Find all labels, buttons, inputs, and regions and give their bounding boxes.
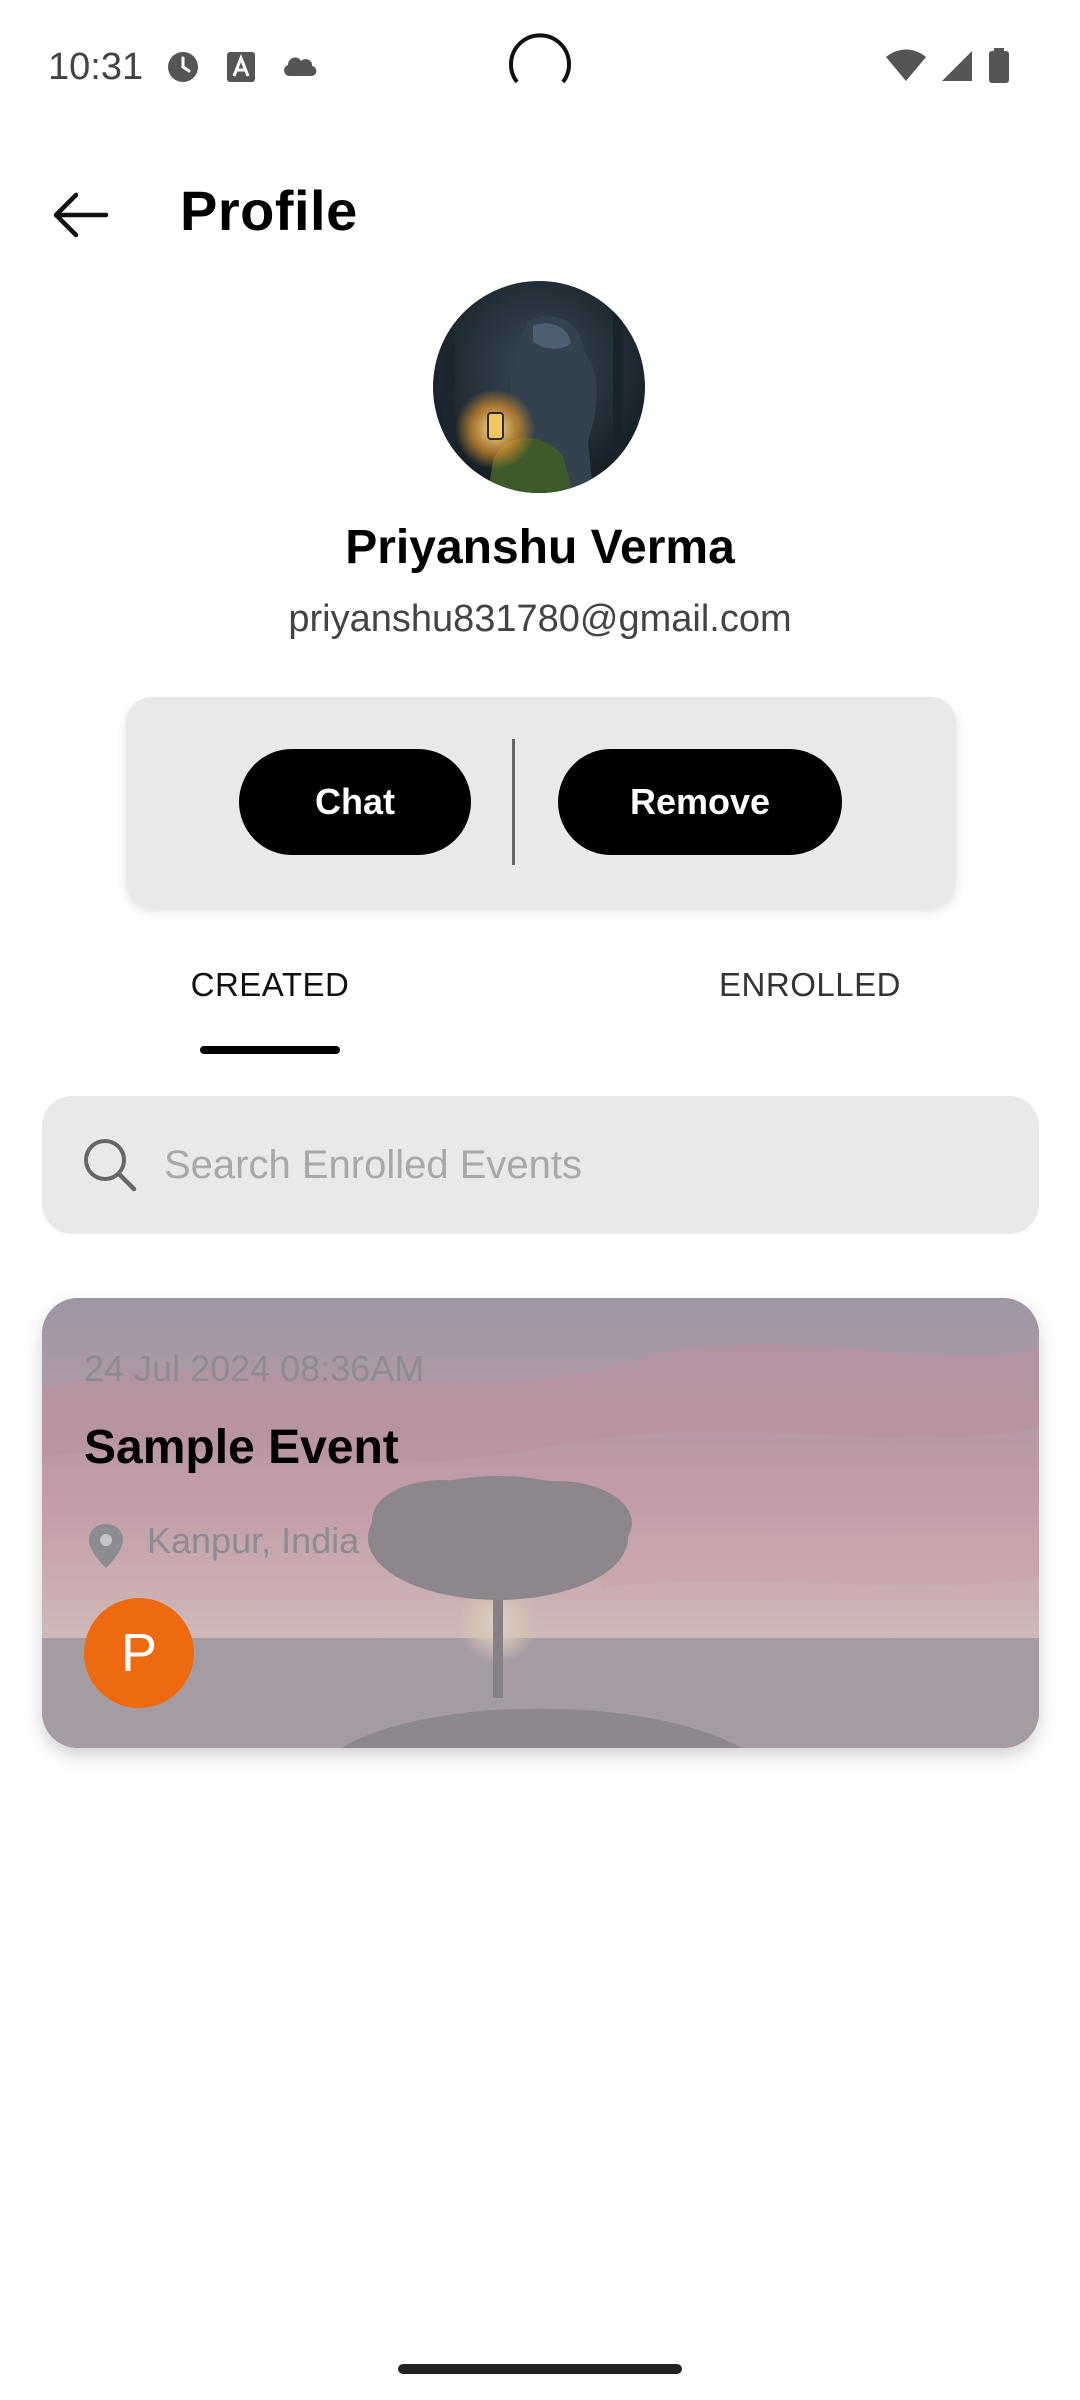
event-date: 24 Jul 2024 08:36AM	[84, 1348, 425, 1389]
event-creator-avatar: P	[84, 1598, 194, 1708]
status-right-icons	[886, 48, 1010, 89]
remove-button[interactable]: Remove	[558, 749, 842, 855]
status-time: 10:31	[48, 46, 144, 88]
profile-email: priyanshu831780@gmail.com	[288, 598, 792, 640]
signal-icon	[940, 49, 974, 88]
a-box-icon	[226, 50, 256, 89]
profile-avatar	[433, 281, 645, 493]
location-pin-icon	[89, 1524, 123, 1568]
event-card[interactable]: 24 Jul 2024 08:36AM Sample Event Kanpur,…	[42, 1298, 1039, 1748]
wifi-icon	[886, 49, 926, 88]
back-button[interactable]	[40, 180, 120, 250]
battery-icon	[988, 48, 1010, 89]
arrow-left-icon	[53, 192, 109, 238]
search-icon	[84, 1139, 137, 1192]
cloud-icon	[280, 50, 320, 85]
event-location: Kanpur, India	[147, 1520, 360, 1561]
home-indicator[interactable]	[398, 2364, 682, 2374]
tab-created[interactable]: CREATED	[160, 966, 380, 1004]
page-title: Profile	[180, 179, 358, 242]
search-input[interactable]	[164, 1096, 1004, 1234]
chat-button[interactable]: Chat	[239, 749, 471, 855]
action-card: Chat Remove	[126, 697, 956, 907]
status-bar: 10:31	[0, 0, 1080, 140]
tab-enrolled[interactable]: ENROLLED	[700, 966, 920, 1004]
clock-icon	[166, 50, 200, 89]
event-title: Sample Event	[84, 1421, 399, 1474]
camera-cutout	[505, 32, 575, 102]
tab-selected-indicator	[200, 1046, 340, 1054]
profile-name: Priyanshu Verma	[345, 521, 735, 574]
action-divider	[512, 739, 515, 865]
profile-screen: 10:31 Profile Priyanshu Verma priyanshu8…	[0, 0, 1080, 2400]
search-box[interactable]	[42, 1096, 1039, 1234]
